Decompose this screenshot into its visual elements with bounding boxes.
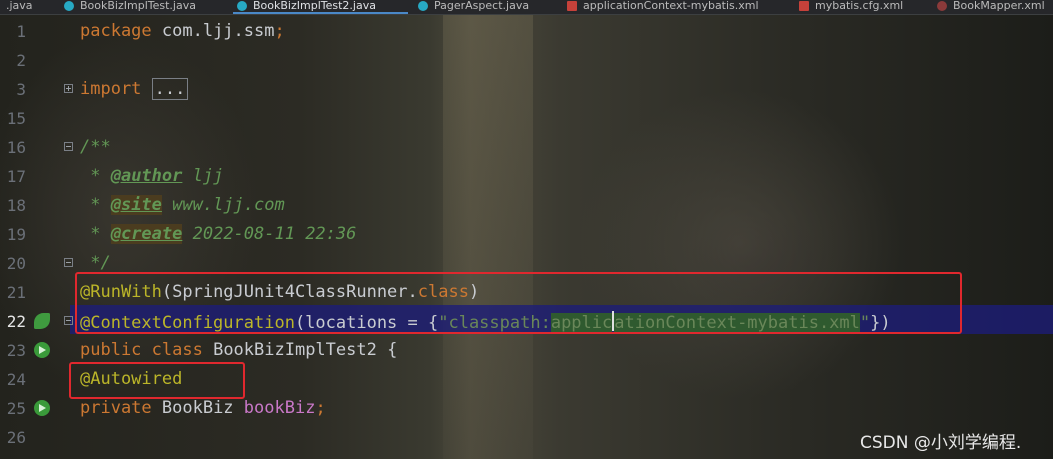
line-number: 18 [6, 196, 26, 215]
code-line: 19 * @create 2022-08-11 22:36 [0, 220, 1053, 249]
code-line: 2 [0, 46, 1053, 75]
line-number: 26 [6, 428, 26, 447]
java-file-icon [64, 1, 74, 11]
line-number: 2 [16, 51, 26, 70]
line-number: 21 [6, 283, 26, 302]
tab-label: BookBizImplTest.java [80, 0, 196, 12]
code-editor[interactable]: 1 package com.ljj.ssm; 2 3 import ... 15… [0, 14, 1053, 459]
editor-tab-bar: .java BookBizImplTest.java BookBizImplTe… [0, 0, 1053, 15]
javadoc-tag: @create [110, 224, 183, 244]
field-name: bookBiz [243, 398, 316, 418]
tab-applicationcontext-mybatis[interactable]: applicationContext-mybatis.xml [563, 0, 788, 14]
code-text[interactable]: package com.ljj.ssm; [80, 21, 285, 41]
code-text[interactable]: public class BookBizImplTest2 { [80, 340, 397, 360]
code-text[interactable]: * @site www.ljj.com [80, 195, 285, 215]
highlight-box-annotations [75, 272, 962, 334]
tab-label: applicationContext-mybatis.xml [583, 0, 759, 12]
tab-java[interactable]: .java [0, 0, 56, 14]
line-number: 3 [16, 80, 26, 99]
line-number: 17 [6, 167, 26, 186]
code-line: 1 package com.ljj.ssm; [0, 17, 1053, 46]
javadoc-tag: @site [110, 195, 162, 215]
tab-bookmapper[interactable]: BookMapper.xml [933, 0, 1053, 14]
line-number: 16 [6, 138, 26, 157]
code-line: 3 import ... [0, 75, 1053, 104]
doc-comment[interactable]: /** [80, 137, 111, 157]
java-file-icon [237, 1, 247, 11]
line-number: 23 [6, 341, 26, 360]
doc-comment-end[interactable]: */ [80, 253, 110, 273]
code-line: 23 public class BookBizImplTest2 { [0, 336, 1053, 365]
code-text[interactable]: import ... [80, 78, 189, 100]
tab-label: BookBizImplTest2.java [253, 0, 376, 12]
keyword: class [141, 340, 203, 360]
semicolon: ; [315, 398, 326, 418]
code-line: 18 * @site www.ljj.com [0, 191, 1053, 220]
code-text[interactable]: * @author ljj [80, 166, 223, 186]
run-test-icon[interactable] [34, 342, 50, 358]
fold-expand-icon[interactable] [64, 84, 73, 93]
line-number: 1 [16, 22, 26, 41]
javadoc-value: www.ljj.com [161, 195, 285, 215]
keyword: private [80, 398, 152, 418]
line-number: 15 [6, 109, 26, 128]
code-text[interactable]: * @create 2022-08-11 22:36 [80, 224, 356, 244]
java-file-icon [418, 1, 428, 11]
comment-prefix: * [80, 195, 111, 215]
fold-collapse-icon[interactable] [64, 316, 73, 325]
tab-bookbizimpltest2[interactable]: BookBizImplTest2.java [233, 0, 408, 14]
watermark-text: CSDN @小刘学编程. [860, 433, 1022, 453]
line-number: 22 [6, 312, 26, 331]
code-line: 15 [0, 104, 1053, 133]
javadoc-tag: @author [110, 166, 183, 186]
tab-label: PagerAspect.java [434, 0, 530, 12]
fold-collapse-icon[interactable] [64, 142, 73, 151]
xml-file-icon [799, 1, 809, 11]
folded-imports[interactable]: ... [151, 78, 189, 100]
keyword: public [80, 340, 142, 360]
tab-mybatis-cfg[interactable]: mybatis.cfg.xml [795, 0, 925, 14]
line-number: 19 [6, 225, 26, 244]
package-name: com.ljj.ssm [151, 21, 275, 41]
spring-bean-icon[interactable] [34, 313, 50, 329]
tab-label: BookMapper.xml [953, 0, 1045, 12]
keyword: import [80, 79, 142, 99]
code-line: 16 /** [0, 133, 1053, 162]
javadoc-value: ljj [182, 166, 224, 186]
line-number: 20 [6, 254, 26, 273]
tab-label: .java [6, 0, 33, 12]
tab-pageraspect[interactable]: PagerAspect.java [414, 0, 554, 14]
xml-file-icon [567, 1, 577, 11]
fold-collapse-icon[interactable] [64, 258, 73, 267]
keyword: package [80, 21, 152, 41]
mapper-file-icon [937, 1, 947, 11]
highlight-box-autowired [69, 362, 245, 399]
code-line: 17 * @author ljj [0, 162, 1053, 191]
comment-prefix: * [80, 224, 111, 244]
tab-bookbizimpltest[interactable]: BookBizImplTest.java [60, 0, 250, 14]
semicolon: ; [274, 21, 285, 41]
tab-label: mybatis.cfg.xml [815, 0, 904, 12]
code-text[interactable]: private BookBiz bookBiz; [80, 398, 326, 418]
comment-prefix: * [80, 166, 111, 186]
line-number: 24 [6, 370, 26, 389]
class-name: BookBizImplTest2 { [202, 340, 398, 360]
type-name: BookBiz [151, 398, 244, 418]
javadoc-value: 2022-08-11 22:36 [182, 224, 357, 244]
autowired-navigate-icon[interactable] [34, 400, 50, 416]
line-number: 25 [6, 399, 26, 418]
